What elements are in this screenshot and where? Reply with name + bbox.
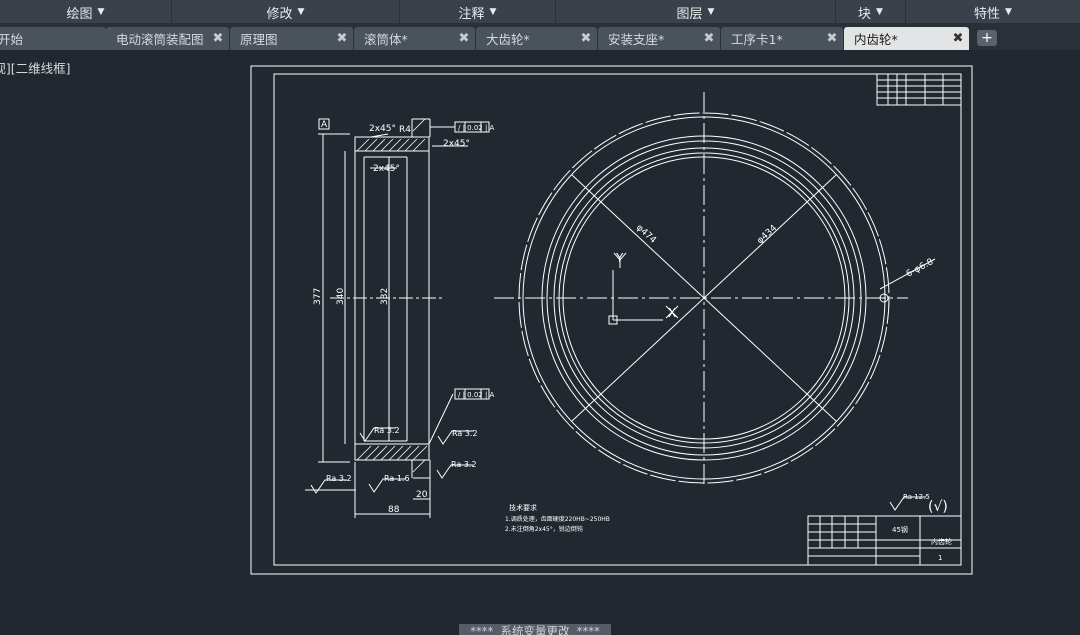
title-block-scale: 1 [938, 554, 942, 562]
title-block-material: 45钢 [892, 525, 908, 534]
datum-label: A [321, 120, 328, 130]
dim-phi-474: φ474 [634, 223, 658, 246]
roughness-label: Ra 3.2 [326, 474, 352, 483]
status-message: **** 系统变量更改 **** [459, 624, 611, 635]
chamfer-label-right: 2x45° [443, 139, 470, 149]
top-flange [354, 136, 430, 152]
holes-callout: 6-φ6.8 [905, 257, 936, 280]
bottom-flange [354, 443, 430, 461]
drawing-canvas[interactable]: A 2x45° R4 2x45° 2x45° / | 0.02 | A / | … [0, 0, 1080, 635]
chamfer-label-inner: 2x45° [373, 164, 400, 174]
roughness-label: Ra 3.2 [374, 426, 400, 435]
title-block-part-name: 内齿轮 [931, 537, 952, 546]
roughness-label: Ra 3.2 [452, 429, 478, 438]
chamfer-label-top: 2x45° [369, 124, 396, 134]
general-roughness: Ra 12.5 [903, 493, 930, 501]
dim-377: 377 [313, 288, 323, 305]
dim-340: 340 [336, 288, 346, 305]
tech-requirements-title: 技术要求 [509, 503, 537, 512]
roughness-label: Ra 3.2 [451, 460, 477, 469]
roughness-label: Ra 1.6 [384, 474, 410, 483]
runout-tolerance-bottom: / | 0.02 | A [458, 391, 495, 399]
ucs-y-label: Y [615, 251, 624, 265]
dim-88: 88 [388, 505, 400, 515]
tech-requirement-2: 2.未注倒角2x45°，锐边倒钝 [505, 525, 583, 533]
roughness-check-symbol: (√) [928, 499, 948, 515]
dim-phi-434: φ434 [755, 223, 779, 246]
runout-tolerance-top: / | 0.02 | A [458, 124, 495, 132]
radius-label: R4 [399, 125, 411, 135]
front-view [494, 92, 936, 488]
revision-table [876, 73, 962, 106]
dim-20: 20 [416, 490, 428, 500]
section-view [305, 118, 926, 518]
ucs-x-label: X [668, 306, 676, 320]
tech-requirement-1: 1.调质处理，齿面硬度220HB~250HB [505, 515, 610, 523]
dim-332: 332 [380, 288, 390, 305]
